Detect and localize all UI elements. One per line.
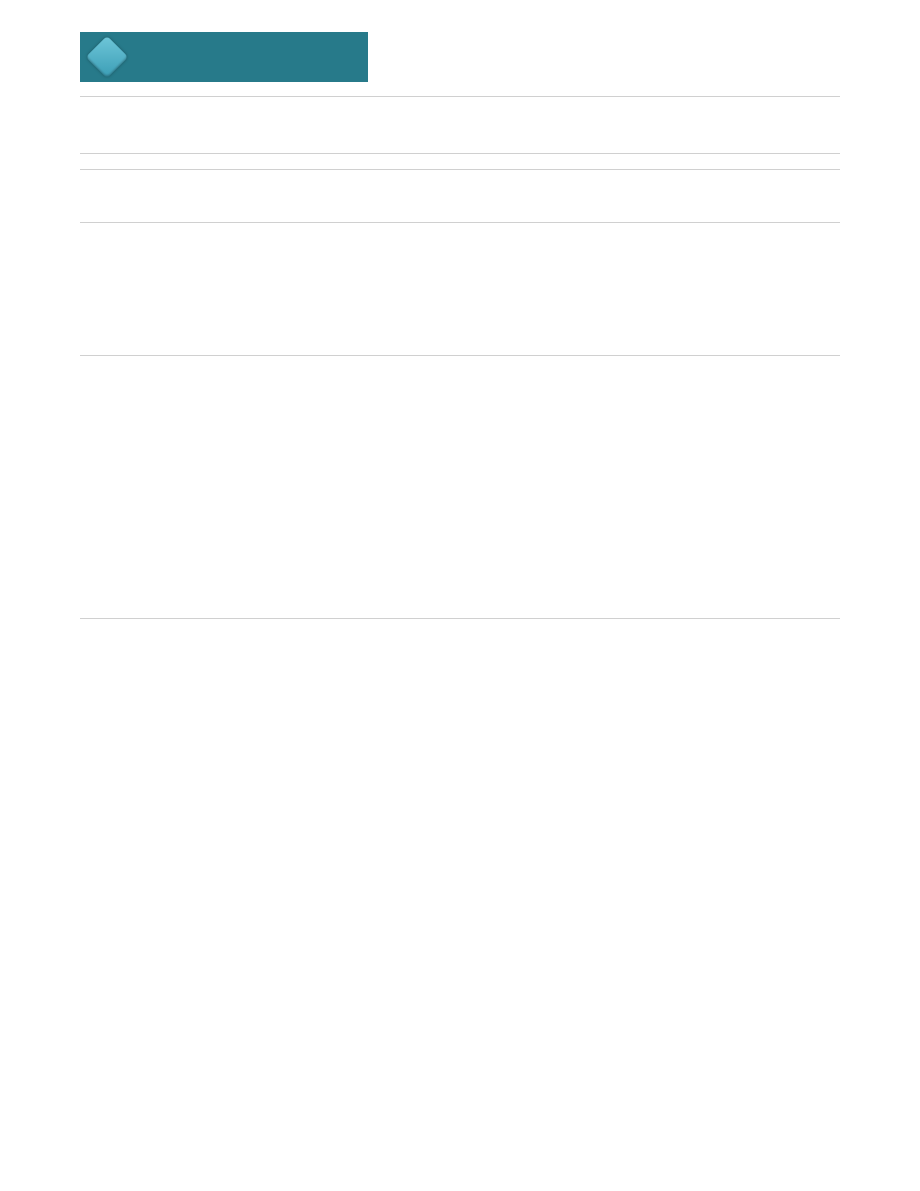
spacer (80, 176, 840, 216)
page-container (0, 0, 920, 659)
toc-title-wrap (80, 153, 840, 170)
toc-item-list (80, 251, 840, 309)
bottom-rule (80, 618, 840, 619)
page-header (80, 32, 840, 82)
logo-banner (80, 32, 368, 82)
header-breadcrumb (832, 58, 840, 82)
toc-item-list (80, 386, 840, 584)
header-rule (80, 96, 840, 97)
logo-diamond-icon (86, 36, 128, 78)
toc-section (80, 222, 840, 321)
toc-section (80, 355, 840, 600)
spacer (80, 321, 840, 349)
